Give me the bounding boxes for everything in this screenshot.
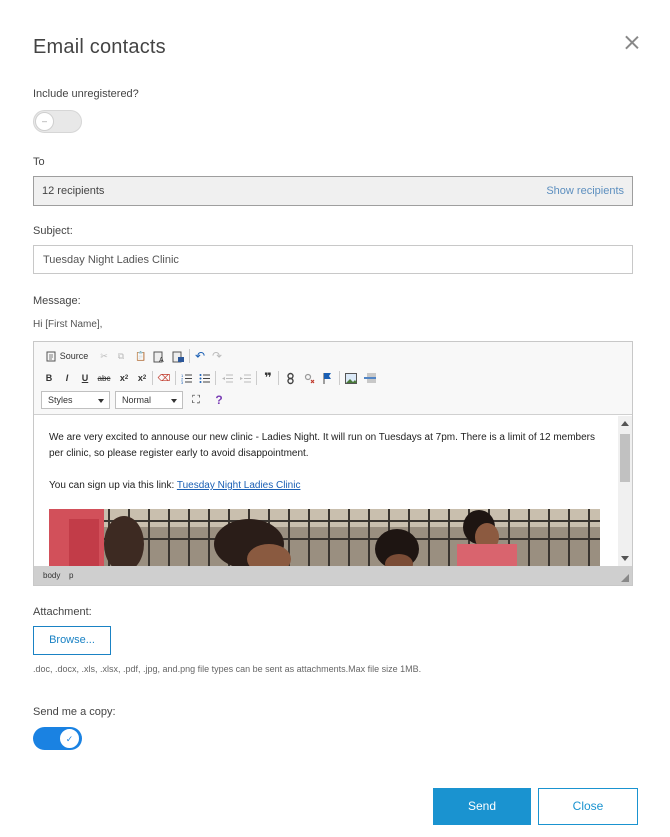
resize-grip-icon[interactable] [621, 574, 629, 582]
anchor-flag-icon[interactable] [320, 370, 334, 386]
path-tag-p[interactable]: p [69, 571, 73, 580]
paste-icon[interactable]: 📋 [134, 348, 148, 364]
message-greeting: Hi [First Name], [33, 319, 103, 330]
check-icon: ✓ [60, 729, 79, 748]
recipients-count: 12 recipients [42, 185, 105, 197]
toolbar-separator [278, 371, 279, 385]
path-tag-body[interactable]: body [43, 571, 60, 580]
toolbar-separator [215, 371, 216, 385]
horizontal-rule-icon[interactable] [363, 370, 377, 386]
chevron-down-icon [98, 399, 104, 403]
toolbar-separator [339, 371, 340, 385]
dialog-title: Email contacts [33, 36, 166, 58]
attachment-hint: .doc, .docx, .xls, .xlsx, .pdf, .jpg, an… [33, 664, 422, 674]
blockquote-icon[interactable]: ❞ [261, 370, 275, 386]
source-icon [46, 351, 56, 361]
editor-content[interactable]: We are very excited to annouse our new c… [34, 416, 617, 566]
paste-text-icon[interactable]: A [151, 348, 167, 364]
editor-statusbar: body p [34, 566, 632, 585]
maximize-icon[interactable]: ⛶ [189, 392, 203, 408]
svg-text:A: A [159, 357, 164, 363]
cut-icon[interactable]: ✂ [97, 348, 111, 364]
to-label: To [33, 156, 45, 168]
format-select-value: Normal [122, 395, 152, 405]
toolbar-separator [152, 371, 153, 385]
bold-button[interactable]: B [43, 370, 55, 386]
italic-button[interactable]: I [61, 370, 73, 386]
message-paragraph: We are very excited to annouse our new c… [49, 432, 595, 459]
chevron-down-icon [171, 399, 177, 403]
subject-label: Subject: [33, 225, 73, 237]
help-icon[interactable]: ? [212, 392, 226, 408]
send-button[interactable]: Send [433, 788, 531, 825]
close-button[interactable]: Close [538, 788, 638, 825]
embedded-photo [49, 509, 600, 566]
subscript-button[interactable]: x2 [117, 370, 131, 386]
toolbar-separator [189, 349, 190, 363]
scroll-up-icon[interactable] [621, 421, 629, 426]
toolbar-separator [256, 371, 257, 385]
paste-word-icon[interactable] [170, 348, 186, 364]
editor-scrollbar[interactable] [618, 416, 632, 566]
toolbar-separator [175, 371, 176, 385]
undo-icon[interactable]: ↶ [193, 348, 207, 364]
recipients-field: 12 recipients Show recipients [33, 176, 633, 206]
subject-input[interactable]: Tuesday Night Ladies Clinic [33, 245, 633, 274]
copy-icon[interactable]: ⧉ [114, 348, 128, 364]
link-prefix: You can sign up via this link: [49, 480, 177, 491]
message-label: Message: [33, 295, 81, 307]
link-icon[interactable] [282, 370, 298, 386]
close-icon[interactable] [624, 35, 640, 51]
svg-text:3: 3 [181, 380, 184, 384]
editor-toolbar: Source ✂ ⧉ 📋 A ↶ ↷ B I U abc x2 x2 ⌫ 123 [34, 342, 632, 415]
toggle-knob: – [35, 112, 54, 131]
indent-icon[interactable] [238, 370, 252, 386]
scroll-thumb[interactable] [620, 434, 630, 482]
numbered-list-icon[interactable]: 123 [179, 370, 193, 386]
format-select[interactable]: Normal [115, 391, 183, 409]
include-unregistered-toggle[interactable]: – [33, 110, 82, 133]
source-label: Source [59, 351, 89, 361]
attachment-label: Attachment: [33, 606, 92, 618]
strikethrough-button[interactable]: abc [96, 370, 112, 386]
browse-button[interactable]: Browse... [33, 626, 111, 655]
styles-select-value: Styles [48, 395, 73, 405]
include-unregistered-label: Include unregistered? [33, 88, 139, 100]
superscript-button[interactable]: x2 [135, 370, 149, 386]
image-icon[interactable] [344, 370, 358, 386]
send-copy-toggle[interactable]: ✓ [33, 727, 82, 750]
redo-icon[interactable]: ↷ [210, 348, 224, 364]
underline-button[interactable]: U [79, 370, 91, 386]
remove-format-icon[interactable]: ⌫ [156, 370, 172, 386]
scroll-down-icon[interactable] [621, 556, 629, 561]
send-copy-label: Send me a copy: [33, 706, 116, 718]
unlink-icon[interactable] [301, 370, 317, 386]
bullet-list-icon[interactable] [197, 370, 211, 386]
show-recipients-link[interactable]: Show recipients [546, 185, 624, 197]
source-button[interactable]: Source [43, 348, 91, 364]
message-paragraph-link-line: You can sign up via this link: Tuesday N… [49, 478, 604, 494]
rich-text-editor: Source ✂ ⧉ 📋 A ↶ ↷ B I U abc x2 x2 ⌫ 123 [33, 341, 633, 586]
outdent-icon[interactable] [220, 370, 234, 386]
clinic-link[interactable]: Tuesday Night Ladies Clinic [177, 480, 301, 491]
styles-select[interactable]: Styles [41, 391, 110, 409]
